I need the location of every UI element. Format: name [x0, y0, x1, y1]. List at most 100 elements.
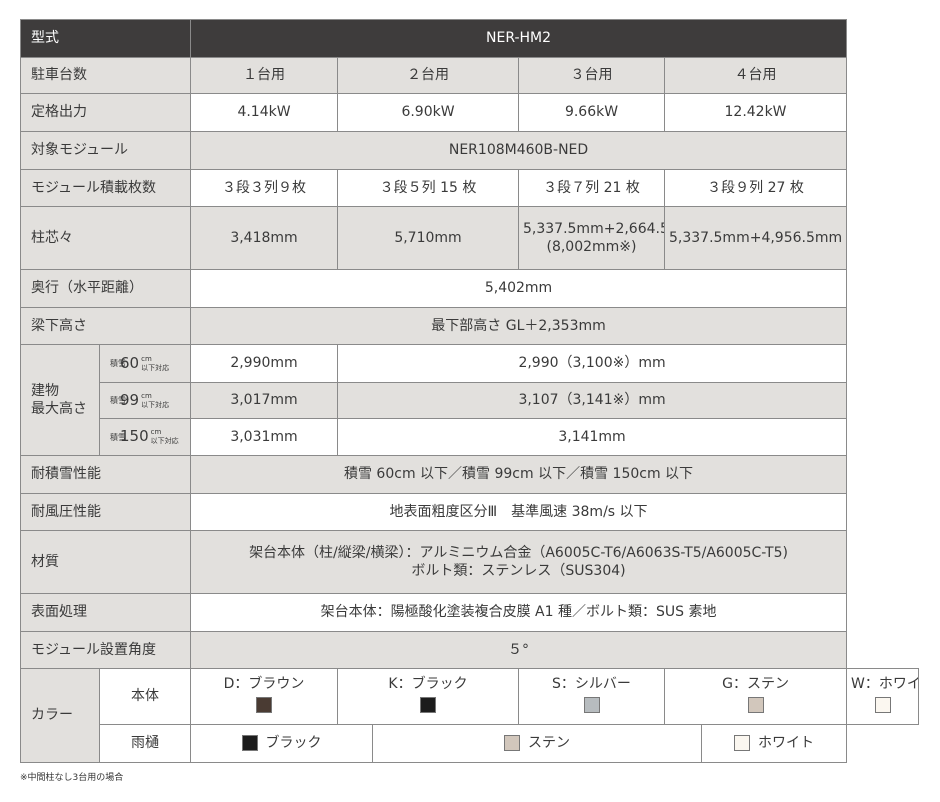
angle-value: ５° — [189, 631, 848, 669]
module-count-2: ３段５列 15 枚 — [337, 169, 519, 207]
footnote: ※中間柱なし3台用の場合 — [20, 773, 124, 783]
wind-perf-label: 耐風圧性能 — [20, 493, 191, 531]
color-gutter-row: 雨樋 ブラック ステン ホワイト — [21, 724, 919, 763]
height-label-line2: 最大高さ — [31, 401, 87, 417]
beam-row: 梁下高さ 最下部高さ GL＋2,353mm — [20, 307, 919, 345]
snow-unit: cm 以下対応 — [141, 392, 169, 410]
snow-unit: cm 以下対応 — [151, 428, 179, 446]
pitch-1: 3,418mm — [190, 206, 338, 270]
color-name: D：ブラウン — [223, 675, 305, 692]
height-label-line1: 建物 — [31, 382, 59, 399]
spaces-4: ４台用 — [663, 57, 848, 94]
color-body-label: 本体 — [99, 668, 191, 725]
pitch-4: 5,337.5mm+4,956.5mm — [663, 206, 848, 270]
depth-row: 奥行（水平距離） 5,402mm — [20, 269, 919, 308]
height-60-v1: 2,990mm — [190, 344, 338, 383]
depth-label: 奥行（水平距離） — [20, 269, 191, 308]
snow-kanji: 積雪 — [110, 359, 126, 368]
color-body-sten: G：ステン — [663, 668, 848, 725]
snow-60-label: 積雪60 cm 以下対応 — [99, 344, 191, 383]
color-body-brown: D：ブラウン — [190, 668, 338, 725]
height-60-v2: 2,990（3,100※）mm — [336, 344, 848, 383]
color-body-white: W：ホワイト — [846, 668, 919, 725]
pitch-3-sub: (8,002mm※) — [546, 239, 637, 255]
snow-unit-top: cm — [141, 354, 152, 363]
height-row-99: 積雪99 cm 以下対応 3,017mm 3,107（3,141※）mm — [21, 382, 919, 419]
material-label: 材質 — [20, 530, 191, 594]
output-2: 6.90kW — [337, 93, 519, 132]
module-count-4: ３段９列 27 枚 — [663, 169, 848, 207]
color-name: K：ブラック — [388, 675, 468, 692]
color-swatch — [734, 735, 751, 752]
snow-unit: cm 以下対応 — [141, 355, 169, 373]
angle-label: モジュール設置角度 — [20, 631, 191, 669]
depth-value: 5,402mm — [189, 269, 848, 308]
snow-kanji: 積雪 — [110, 396, 126, 405]
material-row: 材質 架台本体（柱/縦梁/横梁）：アルミニウム合金（A6005C-T6/A606… — [20, 530, 919, 594]
height-row-60: 建物 最大高さ 積雪60 cm 以下対応 2,990mm 2,990（3,100※）… — [20, 344, 919, 456]
color-name: ステン — [528, 735, 570, 752]
wind-perf-row: 耐風圧性能 地表面粗度区分Ⅲ 基準風速 38m/s 以下 — [20, 493, 919, 531]
pitch-row: 柱芯々 3,418mm 5,710mm 5,337.5mm+2,664.5mm … — [20, 206, 919, 270]
spaces-1: １台用 — [190, 57, 338, 94]
snow-150-label: 積雪150 cm 以下対応 — [99, 418, 191, 456]
output-4: 12.42kW — [663, 93, 848, 132]
module-count-row: モジュール積載枚数 ３段３列９枚 ３段５列 15 枚 ３段７列 21 枚 ３段９… — [20, 169, 919, 207]
color-gutter-sten: ステン — [372, 724, 702, 763]
color-body-black: K：ブラック — [337, 668, 519, 725]
module-count-label: モジュール積載枚数 — [20, 169, 191, 207]
color-label: カラー — [20, 668, 100, 763]
height-99-v2: 3,107（3,141※）mm — [336, 382, 848, 419]
snow-unit-bottom: 以下対応 — [141, 400, 170, 409]
color-gutter-white: ホワイト — [700, 724, 848, 763]
snow-perf-row: 耐積雪性能 積雪 60cm 以下／積雪 99cm 以下／積雪 150cm 以下 — [20, 455, 919, 494]
snow-value: 150 — [120, 427, 149, 446]
spaces-2: ２台用 — [337, 57, 519, 94]
output-label: 定格出力 — [20, 93, 191, 132]
color-swatch — [256, 697, 272, 713]
color-gutter-black: ブラック — [190, 724, 373, 763]
module-count-3: ３段７列 21 枚 — [518, 169, 665, 207]
output-1: 4.14kW — [190, 93, 338, 132]
color-name: W：ホワイト — [851, 675, 917, 692]
material-value: 架台本体（柱/縦梁/横梁）：アルミニウム合金（A6005C-T6/A6063S-… — [189, 530, 848, 594]
color-swatch — [420, 697, 436, 713]
color-swatch — [504, 735, 520, 752]
color-body-row: カラー 本体 D：ブラウン K：ブラック S：シルバー G：ステン W：ホワイト — [20, 668, 919, 763]
model-row: 型式 NER-HM2 — [20, 19, 919, 58]
snow-kanji: 積雪 — [110, 432, 126, 442]
pitch-3-main: 5,337.5mm+2,664.5mm — [523, 220, 664, 237]
color-swatch — [747, 697, 764, 713]
height-99-v1: 3,017mm — [190, 382, 338, 419]
snow-unit-top: cm — [141, 391, 152, 400]
snow-perf-value: 積雪 60cm 以下／積雪 99cm 以下／積雪 150cm 以下 — [189, 455, 848, 494]
pitch-label: 柱芯々 — [20, 206, 191, 270]
spaces-row: 駐車台数 １台用 ２台用 ３台用 ４台用 — [20, 57, 919, 94]
snow-99-label: 積雪99 cm 以下対応 — [99, 382, 191, 419]
model-value: NER-HM2 — [189, 19, 848, 58]
snow-perf-label: 耐積雪性能 — [20, 455, 191, 494]
spec-table: 型式 NER-HM2 駐車台数 １台用 ２台用 ３台用 ４台用 定格出力 4.1… — [20, 19, 919, 763]
beam-value: 最下部高さ GL＋2,353mm — [189, 307, 848, 345]
snow-unit-top: cm — [150, 428, 162, 436]
beam-label: 梁下高さ — [20, 307, 191, 345]
snow-unit-bottom: 以下対応 — [141, 363, 170, 372]
module-label: 対象モジュール — [20, 131, 191, 170]
angle-row: モジュール設置角度 ５° — [20, 631, 919, 669]
color-gutter-label: 雨樋 — [99, 724, 191, 763]
material-line2: ボルト類：ステンレス（SUS304) — [411, 563, 626, 579]
spaces-label: 駐車台数 — [20, 57, 191, 94]
height-row-150: 積雪150 cm 以下対応 3,031mm 3,141mm — [21, 418, 919, 456]
spaces-3: ３台用 — [518, 57, 665, 94]
module-value: NER108M460B-NED — [189, 131, 848, 170]
pitch-3: 5,337.5mm+2,664.5mm (8,002mm※) — [518, 206, 665, 270]
color-name: S：シルバー — [552, 675, 631, 692]
snow-unit-bottom: 以下対応 — [150, 437, 179, 445]
color-name: ホワイト — [758, 735, 815, 752]
color-body-silver: S：シルバー — [518, 668, 665, 725]
color-swatch — [583, 697, 600, 713]
color-swatch — [241, 735, 258, 752]
height-150-v2: 3,141mm — [336, 418, 848, 456]
pitch-2: 5,710mm — [337, 206, 519, 270]
output-3: 9.66kW — [518, 93, 665, 132]
